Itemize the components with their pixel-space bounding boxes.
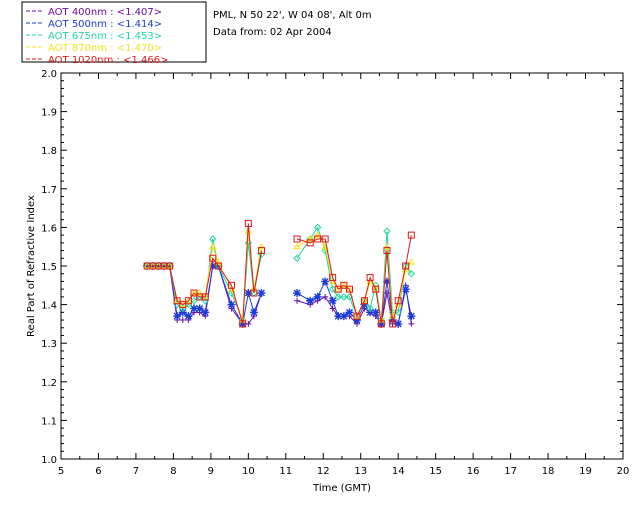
- x-tick-label: 15: [429, 466, 442, 477]
- data-point-asterisk: [293, 289, 302, 298]
- legend-entry: AOT 870nm : <1.470>: [48, 43, 162, 54]
- data-point-asterisk: [178, 308, 187, 317]
- x-tick-label: 14: [392, 466, 405, 477]
- data-point-asterisk: [321, 277, 330, 286]
- data-point-asterisk: [313, 292, 322, 301]
- data-point-asterisk: [407, 312, 416, 321]
- x-axis-label: Time (GMT): [312, 483, 371, 494]
- data-point-asterisk: [249, 308, 258, 317]
- data-point-plus: [294, 297, 301, 304]
- x-tick-label: 19: [579, 466, 592, 477]
- legend: AOT 400nm : <1.407>AOT 500nm : <1.414>AO…: [26, 7, 168, 66]
- y-tick-label: 1.6: [41, 223, 57, 234]
- y-tick-label: 1.5: [41, 262, 57, 273]
- data-point-asterisk: [328, 296, 337, 305]
- x-tick-label: 9: [208, 466, 214, 477]
- series-layer: [143, 220, 416, 328]
- x-tick-label: 5: [58, 466, 64, 477]
- data-point-asterisk: [227, 300, 236, 309]
- y-tick-label: 1.9: [41, 108, 57, 119]
- x-tick-label: 13: [354, 466, 367, 477]
- x-tick-label: 16: [467, 466, 480, 477]
- legend-entry: AOT 400nm : <1.407>: [48, 7, 162, 18]
- series: [143, 262, 416, 328]
- data-point-plus: [408, 320, 415, 327]
- data-point-asterisk: [184, 312, 193, 321]
- y-tick-label: 1.1: [41, 416, 57, 427]
- data-point-asterisk: [345, 308, 354, 317]
- data-point-asterisk: [173, 312, 182, 321]
- legend-entry: AOT 1020nm : <1.466>: [48, 55, 168, 66]
- series: [143, 223, 416, 324]
- axes: 5 6 7 8 9 10 11 12 13 14 15 16 17 18 19 20 1.0 1.1 1.2 1.3 1…: [41, 69, 629, 477]
- legend-entry: AOT 500nm : <1.414>: [48, 19, 162, 30]
- y-tick-label: 1.4: [41, 301, 57, 312]
- y-tick-label: 1.3: [41, 339, 57, 350]
- date-info: Data from: 02 Apr 2004: [213, 27, 332, 38]
- x-tick-label: 17: [504, 466, 517, 477]
- x-tick-label: 8: [170, 466, 176, 477]
- x-tick-label: 6: [95, 466, 101, 477]
- data-point-triangle: [407, 258, 416, 265]
- x-tick-label: 12: [317, 466, 330, 477]
- x-tick-label: 18: [542, 466, 555, 477]
- site-info: PML, N 50 22', W 04 08', Alt 0m: [213, 10, 372, 21]
- data-point-asterisk: [201, 308, 210, 317]
- x-tick-label: 10: [242, 466, 255, 477]
- data-point-asterisk: [195, 304, 204, 313]
- y-tick-label: 1.8: [41, 146, 57, 157]
- data-point-plus: [179, 317, 186, 324]
- x-tick-label: 7: [133, 466, 139, 477]
- data-point-plus: [322, 293, 329, 300]
- series-line: [147, 223, 412, 325]
- x-tick-label: 11: [279, 466, 292, 477]
- y-tick-label: 1.2: [41, 378, 57, 389]
- y-tick-label: 2.0: [41, 69, 57, 80]
- data-point-asterisk: [306, 296, 315, 305]
- y-axis-label: Real Part of Refractive Index: [26, 195, 37, 337]
- x-tick-label: 20: [617, 466, 630, 477]
- data-point-asterisk: [339, 312, 348, 321]
- refractive-index-chart: AOT 400nm : <1.407>AOT 500nm : <1.414>AO…: [21, 1, 629, 494]
- data-point-asterisk: [257, 289, 266, 298]
- y-tick-label: 1.7: [41, 185, 57, 196]
- y-tick-label: 1.0: [41, 455, 57, 466]
- legend-entry: AOT 675nm : <1.453>: [48, 31, 162, 42]
